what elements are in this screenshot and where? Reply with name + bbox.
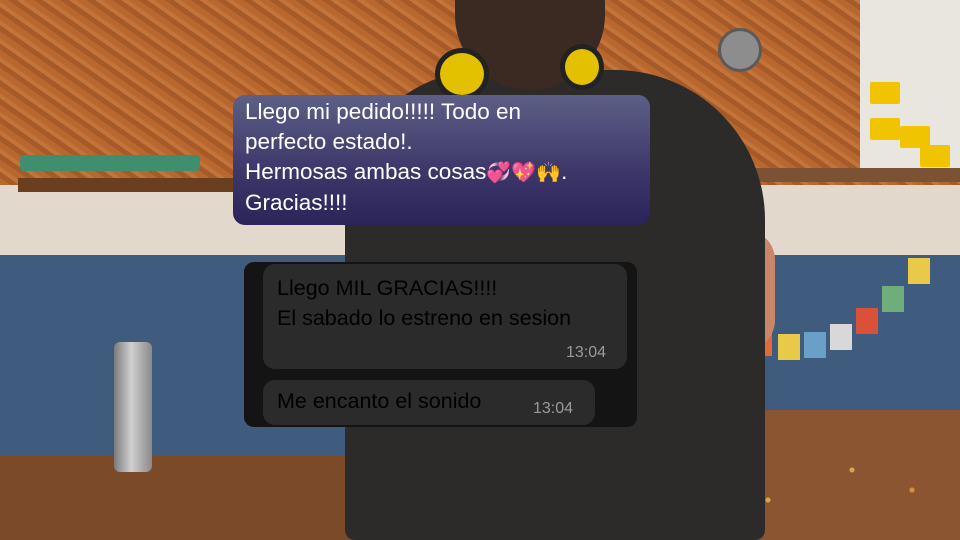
spirit-level — [20, 155, 200, 171]
sent-message-text: Llego mi pedido!!!!! Todo en perfecto es… — [245, 97, 638, 218]
received-message-text: Me encanto el sonido — [277, 389, 482, 413]
flag — [830, 324, 852, 350]
grinding-sparks — [720, 430, 960, 530]
flag — [804, 332, 826, 358]
sparkling-heart-icon: 💖 — [511, 162, 537, 184]
sent-message-bubble: Llego mi pedido!!!!! Todo en perfecto es… — [233, 95, 650, 225]
message-timestamp: 13:04 — [533, 400, 574, 417]
message-timestamp: 13:04 — [566, 344, 607, 361]
sent-line-4: Gracias!!!! — [245, 190, 348, 215]
yellow-bin — [870, 82, 900, 104]
two-hearts-icon: 💞 — [486, 162, 512, 184]
ear-protector-left — [435, 48, 489, 100]
flag — [778, 334, 800, 360]
raised-hands-icon: 🙌 — [536, 162, 562, 184]
yellow-bin — [870, 118, 900, 140]
sent-line-3: Hermosas ambas cosas — [245, 159, 487, 184]
sent-line-1: Llego mi pedido!!!!! Todo en — [245, 99, 522, 124]
ear-protector-right — [560, 44, 604, 90]
photo-background: Llego mi pedido!!!!! Todo en perfecto es… — [0, 0, 960, 540]
sent-line-3-end: . — [561, 159, 568, 184]
sent-line-2: perfecto estado!. — [245, 129, 413, 154]
flag — [856, 308, 878, 334]
received-message-text: Llego MIL GRACIAS!!!! El sabado lo estre… — [277, 276, 572, 330]
thermos-flask — [114, 342, 152, 472]
yellow-bin — [920, 145, 950, 167]
flag — [882, 286, 904, 312]
flag — [908, 258, 930, 284]
grinding-disc — [718, 28, 762, 72]
